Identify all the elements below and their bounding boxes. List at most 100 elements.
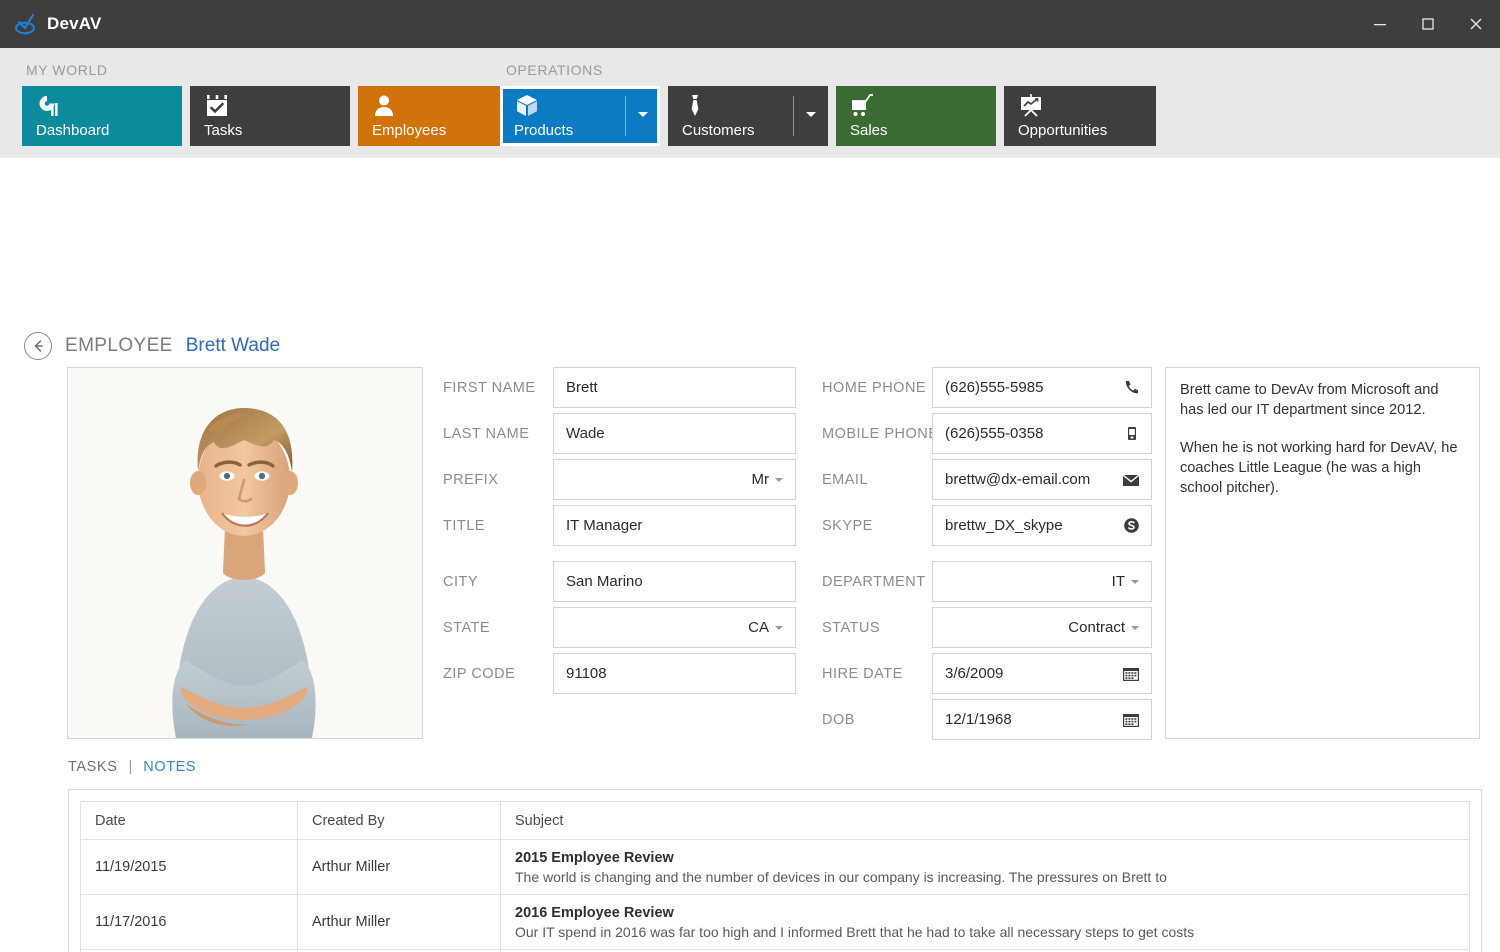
- notes-grid: Date Created By Subject 11/19/2015 Arthu…: [68, 789, 1482, 952]
- nav-tile-label: Tasks: [204, 122, 242, 139]
- mobile-phone-icon[interactable]: [1123, 425, 1140, 442]
- title-bar: DevAV: [0, 0, 1500, 48]
- field-value: (626)555-5985: [933, 379, 1055, 396]
- field-value: brettw_DX_skype: [933, 517, 1075, 534]
- envelope-icon[interactable]: [1122, 473, 1140, 487]
- last-name-input[interactable]: Wade: [553, 413, 796, 454]
- notes-paragraph: When he is not working hard for DevAV, h…: [1180, 438, 1465, 498]
- field-home-phone: HOME PHONE (626)555-5985: [822, 367, 1152, 408]
- field-label: DEPARTMENT: [822, 574, 932, 590]
- breadcrumb-name[interactable]: Brett Wade: [186, 335, 280, 357]
- chevron-down-icon[interactable]: [775, 626, 783, 630]
- calendar-check-icon: [204, 93, 230, 119]
- cell-subject: 2015 Employee Review The world is changi…: [501, 840, 1470, 895]
- field-value: IT: [1100, 573, 1131, 590]
- skype-icon[interactable]: [1123, 517, 1140, 534]
- state-select[interactable]: CA: [553, 607, 796, 648]
- phone-icon[interactable]: [1123, 379, 1140, 396]
- nav-tile-employees[interactable]: Employees: [358, 86, 518, 146]
- cell-created-by: Arthur Miller: [298, 895, 501, 950]
- field-last-name: LAST NAME Wade: [443, 413, 796, 454]
- field-label: HIRE DATE: [822, 666, 932, 682]
- field-label: EMAIL: [822, 472, 932, 488]
- prefix-select[interactable]: Mr: [553, 459, 796, 500]
- box-icon: [514, 93, 540, 119]
- field-label: MOBILE PHONE: [822, 426, 932, 442]
- app-brand: DevAV: [0, 13, 102, 35]
- column-header-subject[interactable]: Subject: [501, 802, 1470, 840]
- nav-tile-tasks[interactable]: Tasks: [190, 86, 350, 146]
- field-mobile-phone: MOBILE PHONE (626)555-0358: [822, 413, 1152, 454]
- field-value: Mr: [740, 471, 776, 488]
- field-value: Brett: [554, 379, 610, 396]
- field-value: Contract: [1056, 619, 1131, 636]
- skype-input[interactable]: brettw_DX_skype: [932, 505, 1152, 546]
- maximize-button[interactable]: [1404, 0, 1452, 48]
- column-header-created-by[interactable]: Created By: [298, 802, 501, 840]
- status-select[interactable]: Contract: [932, 607, 1152, 648]
- field-value: brettw@dx-email.com: [933, 471, 1102, 488]
- close-button[interactable]: [1452, 0, 1500, 48]
- calendar-icon[interactable]: [1122, 711, 1140, 728]
- nav-tile-dashboard[interactable]: Dashboard: [22, 86, 182, 146]
- navigation-band: MY WORLD OPERATIONS Dashboard: [0, 48, 1500, 158]
- tile-split-divider: [625, 96, 626, 136]
- home-phone-input[interactable]: (626)555-5985: [932, 367, 1152, 408]
- field-value: IT Manager: [554, 517, 654, 534]
- field-city: CITY San Marino: [443, 561, 796, 602]
- back-arrow-icon[interactable]: [24, 332, 52, 360]
- chevron-down-icon[interactable]: [806, 112, 816, 117]
- subject-title: 2015 Employee Review: [515, 850, 1455, 866]
- zip-code-input[interactable]: 91108: [553, 653, 796, 694]
- nav-tile-sales[interactable]: Sales: [836, 86, 996, 146]
- city-input[interactable]: San Marino: [553, 561, 796, 602]
- field-skype: SKYPE brettw_DX_skype: [822, 505, 1152, 546]
- column-header-date[interactable]: Date: [81, 802, 298, 840]
- nav-tile-label: Customers: [682, 122, 755, 139]
- dashboard-chart-icon: [36, 93, 62, 119]
- presentation-chart-icon: [1018, 93, 1044, 119]
- employee-notes-panel[interactable]: Brett came to DevAv from Microsoft and h…: [1165, 367, 1480, 739]
- calendar-icon[interactable]: [1122, 665, 1140, 682]
- tab-tasks[interactable]: TASKS: [68, 759, 117, 775]
- tab-separator: |: [128, 759, 132, 775]
- field-first-name: FIRST NAME Brett: [443, 367, 796, 408]
- field-label: STATE: [443, 620, 553, 636]
- chevron-down-icon[interactable]: [1131, 626, 1139, 630]
- chevron-down-icon[interactable]: [638, 112, 648, 117]
- email-input[interactable]: brettw@dx-email.com: [932, 459, 1152, 500]
- subject-title: 2016 Employee Review: [515, 905, 1455, 921]
- field-label: CITY: [443, 574, 553, 590]
- dob-input[interactable]: 12/1/1968: [932, 699, 1152, 740]
- table-row[interactable]: 11/17/2016 Arthur Miller 2016 Employee R…: [81, 895, 1470, 950]
- hire-date-input[interactable]: 3/6/2009: [932, 653, 1152, 694]
- nav-tile-opportunities[interactable]: Opportunities: [1004, 86, 1156, 146]
- field-label: DOB: [822, 712, 932, 728]
- field-state: STATE CA: [443, 607, 796, 648]
- first-name-input[interactable]: Brett: [553, 367, 796, 408]
- nav-tile-customers[interactable]: Customers: [668, 86, 828, 146]
- department-select[interactable]: IT: [932, 561, 1152, 602]
- cell-date: 11/17/2016: [81, 895, 298, 950]
- tile-split-divider: [793, 96, 794, 136]
- chevron-down-icon[interactable]: [775, 478, 783, 482]
- field-label: PREFIX: [443, 472, 553, 488]
- field-label: LAST NAME: [443, 426, 553, 442]
- chevron-down-icon[interactable]: [1131, 580, 1139, 584]
- nav-tile-products[interactable]: Products: [500, 86, 660, 146]
- field-value: CA: [736, 619, 775, 636]
- group-label-operations: OPERATIONS: [506, 62, 603, 78]
- title-input[interactable]: IT Manager: [553, 505, 796, 546]
- tile-group-my-world: Dashboard Tasks Employees: [22, 86, 526, 146]
- minimize-button[interactable]: [1356, 0, 1404, 48]
- subject-body: Our IT spend in 2016 was far too high an…: [515, 924, 1455, 940]
- field-label: ZIP CODE: [443, 666, 553, 682]
- field-department: DEPARTMENT IT: [822, 561, 1152, 602]
- employee-photo: [67, 367, 423, 739]
- tab-notes[interactable]: NOTES: [143, 759, 196, 775]
- nav-tile-label: Employees: [372, 122, 446, 139]
- mobile-phone-input[interactable]: (626)555-0358: [932, 413, 1152, 454]
- table-row[interactable]: 11/19/2015 Arthur Miller 2015 Employee R…: [81, 840, 1470, 895]
- nav-tile-label: Opportunities: [1018, 122, 1107, 139]
- cell-created-by: Arthur Miller: [298, 840, 501, 895]
